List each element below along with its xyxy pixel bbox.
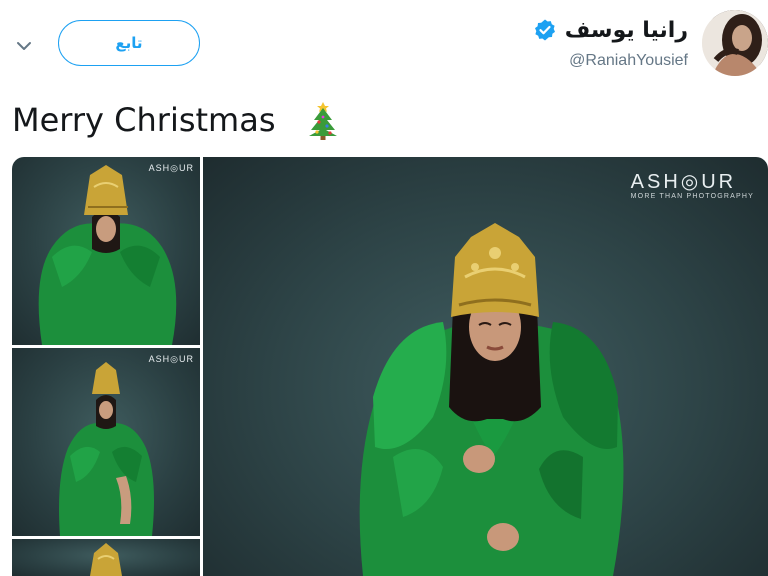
watermark-brand: ASH◎UR (630, 171, 737, 193)
follow-button[interactable]: تابع (58, 20, 200, 66)
chevron-down-icon[interactable] (14, 36, 34, 56)
photographer-watermark: ASH◎UR MORE THAN PHOTOGRAPHY (631, 171, 754, 200)
media-thumbnail-2[interactable]: ASH◎UR (12, 348, 200, 536)
user-info[interactable]: رانيا يوسف @RaniahYousief (533, 12, 688, 70)
avatar[interactable] (702, 10, 768, 76)
tweet-media[interactable]: ASH◎UR ASH◎UR ASH◎UR MORE THAN PHOTOGRAP… (12, 157, 768, 576)
media-thumbnail-1[interactable]: ASH◎UR (12, 157, 200, 345)
user-handle[interactable]: @RaniahYousief (533, 52, 688, 70)
watermark-tagline: MORE THAN PHOTOGRAPHY (630, 193, 754, 200)
thumbnail-watermark: ASH◎UR (148, 163, 194, 173)
christmas-tree-icon (308, 102, 337, 140)
thumbnail-watermark: ASH◎UR (148, 354, 194, 364)
tweet-text: Merry Christmas (12, 100, 340, 140)
media-main-photo[interactable]: ASH◎UR MORE THAN PHOTOGRAPHY (203, 157, 768, 576)
display-name[interactable]: رانيا يوسف (565, 18, 688, 43)
media-thumbnail-3[interactable] (12, 539, 200, 576)
tweet-header: تابع رانيا يوسف @RaniahYousief (0, 0, 768, 92)
verified-badge-icon (534, 19, 555, 41)
tweet-text-content: Merry Christmas (12, 101, 276, 139)
